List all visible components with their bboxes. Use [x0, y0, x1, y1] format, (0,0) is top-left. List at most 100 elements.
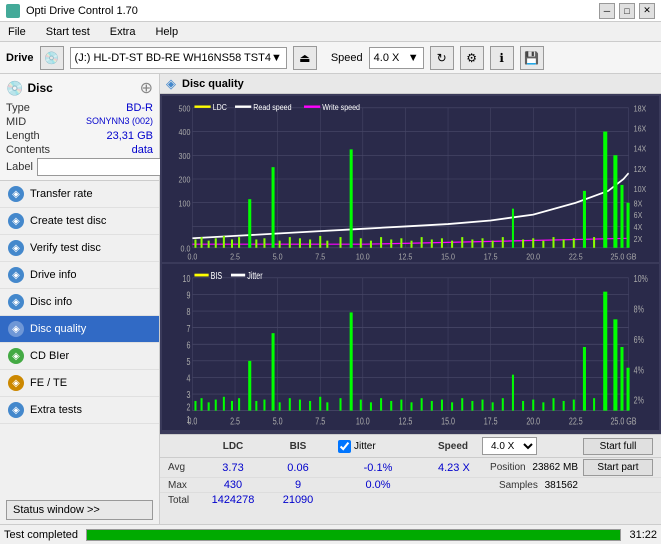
position-value: 23862 MB [532, 462, 578, 473]
svg-text:6X: 6X [634, 211, 643, 221]
svg-text:BIS: BIS [211, 270, 223, 281]
mid-label: MID [6, 116, 26, 128]
label-input[interactable] [37, 158, 175, 176]
quality-header: ◈ Disc quality [160, 74, 661, 94]
total-ldc-value: 1424278 [198, 494, 268, 506]
svg-text:LDC: LDC [213, 103, 228, 113]
content-area: ◈ Disc quality [160, 74, 661, 524]
jitter-checkbox[interactable] [338, 440, 351, 453]
svg-text:25.0 GB: 25.0 GB [610, 252, 636, 262]
svg-text:5: 5 [186, 356, 190, 367]
svg-text:2.5: 2.5 [230, 252, 240, 262]
svg-text:4X: 4X [634, 222, 643, 232]
app-title: Opti Drive Control 1.70 [26, 5, 138, 17]
sidebar-item-disc-quality[interactable]: ◈ Disc quality [0, 316, 159, 343]
svg-text:7.5: 7.5 [315, 252, 325, 262]
app-icon [6, 4, 20, 18]
sidebar: 💿 Disc ⊕ Type BD-R MID SONYNN3 (002) Len… [0, 74, 160, 524]
bottom-panel: LDC BIS Jitter Speed 4.0 X Start full Av… [160, 434, 661, 524]
sidebar-item-extra-tests[interactable]: ◈ Extra tests [0, 397, 159, 424]
title-bar: Opti Drive Control 1.70 ─ □ ✕ [0, 0, 661, 22]
drive-info-label: Drive info [30, 269, 76, 281]
menu-extra[interactable]: Extra [106, 24, 140, 40]
svg-text:15.0: 15.0 [441, 252, 455, 262]
svg-text:10: 10 [183, 273, 191, 284]
svg-text:Read speed: Read speed [253, 103, 291, 113]
status-window-label: Status window >> [13, 504, 100, 516]
refresh-button[interactable]: ↻ [430, 46, 454, 70]
eject-button[interactable]: ⏏ [293, 46, 317, 70]
svg-text:400: 400 [179, 128, 191, 138]
status-window-button[interactable]: Status window >> [6, 500, 153, 520]
ldc-header: LDC [198, 441, 268, 452]
drive-selector[interactable]: (J:) HL-DT-ST BD-RE WH16NS58 TST4 ▼ [70, 47, 287, 69]
extra-tests-label: Extra tests [30, 404, 82, 416]
ldc-chart-svg: 500 400 300 200 100 0.0 18X 16X 14X 12X … [162, 96, 659, 262]
speed-selector[interactable]: 4.0 X ▼ [369, 47, 424, 69]
disc-icon: 💿 [6, 80, 23, 97]
svg-text:500: 500 [179, 104, 191, 114]
menu-bar: File Start test Extra Help [0, 22, 661, 42]
disc-info-panel: 💿 Disc ⊕ Type BD-R MID SONYNN3 (002) Len… [0, 74, 159, 181]
maximize-button[interactable]: □ [619, 3, 635, 19]
avg-bis-value: 0.06 [268, 462, 328, 474]
svg-text:5.0: 5.0 [273, 252, 283, 262]
position-label: Position [490, 462, 526, 473]
jitter-checkbox-container: Jitter [338, 440, 418, 453]
speed-actual-value: 4.23 X [438, 462, 470, 474]
speed-col-header: Speed [438, 441, 478, 452]
disc-info-label: Disc info [30, 296, 72, 308]
bis-chart-svg: 10 9 8 7 6 5 4 3 2 1 10% 8% 6% 4% 2% [162, 264, 659, 430]
max-ldc-value: 430 [198, 479, 268, 491]
charts-container: 500 400 300 200 100 0.0 18X 16X 14X 12X … [160, 94, 661, 434]
disc-info-icon: ◈ [8, 294, 24, 310]
start-full-button[interactable]: Start full [583, 438, 653, 455]
svg-text:2X: 2X [634, 234, 643, 244]
svg-text:20.0: 20.0 [526, 252, 540, 262]
save-button[interactable]: 💾 [520, 46, 544, 70]
sidebar-item-fe-te[interactable]: ◈ FE / TE [0, 370, 159, 397]
menu-start-test[interactable]: Start test [42, 24, 94, 40]
svg-text:15.0: 15.0 [441, 415, 455, 426]
svg-text:6: 6 [186, 339, 190, 350]
svg-text:Jitter: Jitter [247, 270, 263, 281]
disc-quality-label: Disc quality [30, 323, 86, 335]
svg-text:2%: 2% [634, 395, 645, 406]
jitter-label: Jitter [354, 441, 376, 452]
close-button[interactable]: ✕ [639, 3, 655, 19]
svg-text:200: 200 [179, 175, 191, 185]
cd-bier-label: CD BIer [30, 350, 69, 362]
start-part-button[interactable]: Start part [583, 459, 653, 476]
total-label: Total [168, 495, 198, 506]
disc-header-label: Disc [27, 81, 52, 95]
speed-dropdown[interactable]: 4.0 X [482, 437, 537, 455]
avg-ldc-value: 3.73 [198, 462, 268, 474]
svg-text:12.5: 12.5 [399, 415, 413, 426]
svg-text:25.0 GB: 25.0 GB [610, 415, 636, 426]
window-controls: ─ □ ✕ [599, 3, 655, 19]
length-label: Length [6, 130, 40, 142]
menu-file[interactable]: File [4, 24, 30, 40]
sidebar-item-disc-info[interactable]: ◈ Disc info [0, 289, 159, 316]
info-button[interactable]: ℹ [490, 46, 514, 70]
sidebar-item-drive-info[interactable]: ◈ Drive info [0, 262, 159, 289]
svg-text:2: 2 [186, 402, 190, 413]
transfer-rate-label: Transfer rate [30, 188, 93, 200]
label-label: Label [6, 161, 33, 173]
svg-text:8%: 8% [634, 303, 645, 314]
svg-text:16X: 16X [634, 124, 647, 134]
svg-text:12.5: 12.5 [399, 252, 413, 262]
minimize-button[interactable]: ─ [599, 3, 615, 19]
drive-info-icon: ◈ [8, 267, 24, 283]
max-bis-value: 9 [268, 479, 328, 491]
settings-button[interactable]: ⚙ [460, 46, 484, 70]
samples-label: Samples [499, 480, 538, 491]
sidebar-item-verify-test-disc[interactable]: ◈ Verify test disc [0, 235, 159, 262]
sidebar-item-cd-bier[interactable]: ◈ CD BIer [0, 343, 159, 370]
sidebar-item-transfer-rate[interactable]: ◈ Transfer rate [0, 181, 159, 208]
svg-text:20.0: 20.0 [526, 415, 540, 426]
length-value: 23,31 GB [107, 130, 153, 142]
sidebar-item-create-test-disc[interactable]: ◈ Create test disc [0, 208, 159, 235]
svg-text:0.0: 0.0 [187, 415, 197, 426]
menu-help[interactable]: Help [151, 24, 182, 40]
